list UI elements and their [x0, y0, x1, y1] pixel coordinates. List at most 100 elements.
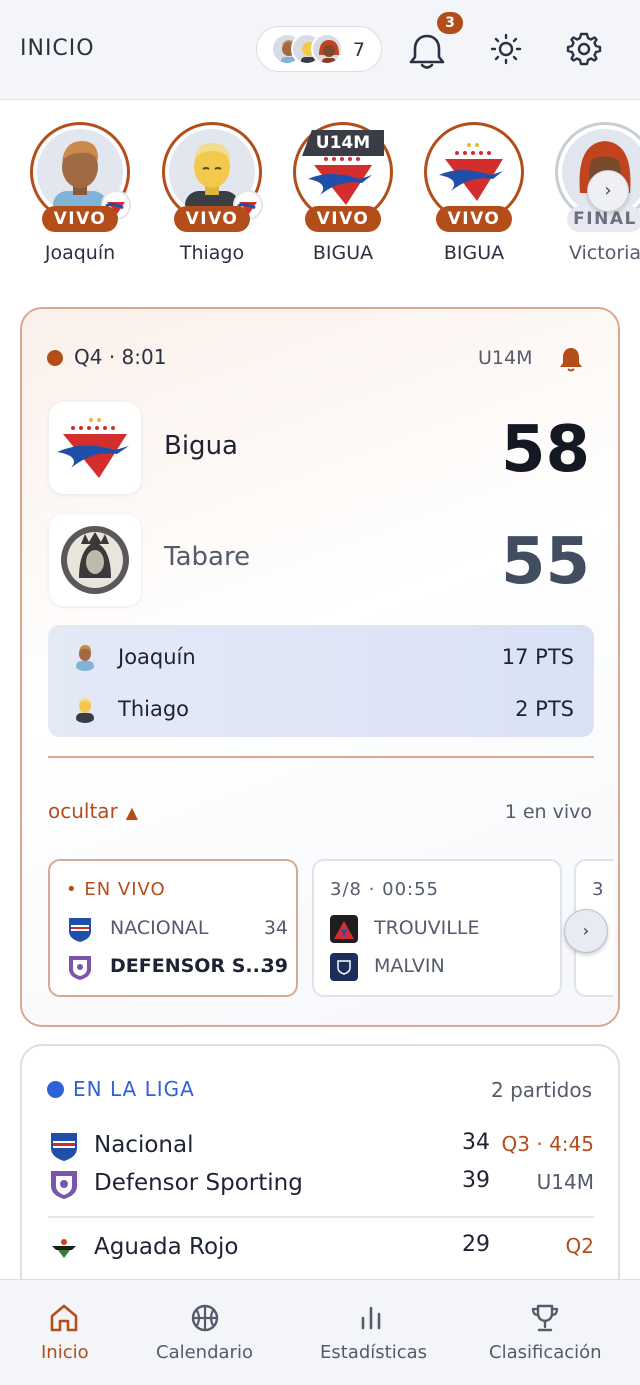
avatar	[70, 641, 100, 671]
basketball-icon	[191, 1304, 219, 1332]
nav-item-clasificacion[interactable]: Clasificación	[470, 1280, 630, 1385]
story-item[interactable]: VIVO BIGUA	[419, 122, 529, 272]
chevron-right-icon: ›	[604, 180, 612, 201]
player-row[interactable]: Joaquín 17 PTS	[48, 631, 594, 683]
team-name: NACIONAL	[110, 917, 209, 939]
team-logo	[330, 953, 358, 981]
game-period: Q2	[565, 1234, 594, 1258]
featured-game-card[interactable]: Q4 · 8:01 U14M Bigua 58 Tabare 55 Joaquí…	[20, 307, 620, 1027]
page-title: INICIO	[20, 36, 95, 61]
game-alert-button[interactable]	[558, 345, 584, 373]
player-name: Thiago	[118, 697, 190, 721]
team-score: 34	[462, 1130, 490, 1155]
top-bar: INICIO 7 3	[0, 0, 640, 100]
story-name: Thiago	[179, 242, 245, 264]
home-team-score: 58	[500, 413, 590, 487]
league-title: EN LA LIGA	[73, 1077, 195, 1101]
story-status: VIVO	[436, 206, 512, 232]
team-logo: T	[330, 915, 358, 943]
mini-game-team: DEFENSOR S... 39	[66, 951, 288, 983]
settings-button[interactable]	[565, 30, 603, 68]
away-team-logo	[49, 514, 141, 606]
team-logo	[66, 953, 94, 981]
hide-games-toggle[interactable]: ocultar ▲	[48, 799, 138, 823]
trophy-icon	[531, 1304, 559, 1332]
avatar	[311, 33, 343, 65]
team-name: MALVIN	[374, 955, 445, 977]
player-name: Joaquín	[118, 645, 196, 669]
mini-games-next-button[interactable]: ›	[564, 909, 608, 953]
team-score: 39	[462, 1168, 490, 1193]
story-status: VIVO	[174, 206, 250, 232]
story-status: VIVO	[305, 206, 381, 232]
game-period: Q3 · 4:45	[501, 1132, 594, 1156]
league-game-row[interactable]: Defensor Sporting 39 U14M	[48, 1166, 594, 1202]
game-category: U14M	[478, 347, 533, 369]
team-name: Nacional	[94, 1132, 194, 1158]
story-item[interactable]: VIVO Joaquín	[25, 122, 135, 272]
nav-item-estadisticas[interactable]: Estadísticas	[300, 1280, 442, 1385]
svg-text:T: T	[341, 929, 348, 940]
category-tag: U14M	[302, 130, 384, 156]
story-name: Victoria	[568, 242, 640, 264]
player-row[interactable]: Thiago 2 PTS	[48, 683, 594, 735]
story-status: VIVO	[42, 206, 118, 232]
game-category: U14M	[536, 1170, 594, 1194]
nav-label: Calendario	[156, 1342, 253, 1363]
league-indicator	[47, 1081, 64, 1098]
team-name: Aguada Rojo	[94, 1234, 239, 1260]
league-games-count: 2 partidos	[490, 1078, 592, 1102]
nav-label: Inicio	[41, 1342, 89, 1363]
mini-game-team: MALVIN	[330, 951, 552, 983]
nav-item-calendario[interactable]: Calendario	[140, 1280, 270, 1385]
team-score: 39	[261, 955, 288, 977]
team-score: 34	[263, 917, 288, 939]
mini-game-team: T TROUVILLE	[330, 913, 552, 945]
game-status: Q4 · 8:01	[74, 345, 167, 369]
story-name: Joaquín	[44, 242, 116, 264]
live-indicator	[47, 350, 63, 366]
bar-chart-icon	[361, 1306, 381, 1330]
team-logo	[48, 1168, 80, 1200]
nav-label: Estadísticas	[320, 1342, 428, 1363]
triangle-up-icon: ▲	[125, 803, 139, 822]
mini-game-card[interactable]: • EN VIVO NACIONAL 34 DEFENSOR S... 39	[48, 859, 298, 997]
notifications-button[interactable]	[405, 26, 449, 74]
divider	[48, 1216, 594, 1218]
avatar	[70, 693, 100, 723]
notifications-badge: 3	[437, 12, 463, 34]
mini-game-header: 3/8 · 00:55	[330, 879, 440, 900]
toggle-label: ocultar	[48, 799, 118, 823]
theme-toggle-button[interactable]	[487, 30, 525, 68]
mini-game-team: NACIONAL 34	[66, 913, 288, 945]
divider	[48, 756, 594, 758]
nav-item-inicio[interactable]: Inicio	[0, 1280, 128, 1385]
bell-filled-icon	[560, 348, 582, 372]
following-avatars-button[interactable]: 7	[256, 26, 382, 72]
bell-icon	[409, 34, 445, 69]
away-team-name: Tabare	[164, 542, 251, 572]
player-points: 17 PTS	[501, 645, 574, 669]
home-icon	[50, 1304, 78, 1332]
home-team-logo	[49, 402, 141, 494]
league-game-row[interactable]: Aguada Rojo 29 Q2	[48, 1230, 594, 1266]
following-count: 7	[352, 39, 365, 61]
team-name: DEFENSOR S...	[110, 955, 268, 977]
story-item[interactable]: VIVO Thiago	[157, 122, 267, 272]
story-name: BIGUA	[443, 242, 505, 264]
nav-label: Clasificación	[489, 1342, 602, 1363]
team-logo	[431, 129, 517, 215]
team-name: Defensor Sporting	[94, 1170, 303, 1196]
chevron-right-icon: ›	[582, 921, 590, 940]
story-item[interactable]: U14M VIVO BIGUA	[288, 122, 398, 272]
away-team-score: 55	[500, 525, 590, 599]
team-logo	[48, 1130, 80, 1162]
mini-game-card[interactable]: 3/8 · 00:55 T TROUVILLE MALVIN	[312, 859, 562, 997]
mini-game-header: 3	[592, 879, 604, 900]
stories-next-button[interactable]: ›	[587, 170, 629, 212]
mini-game-header: • EN VIVO	[66, 879, 166, 900]
player-points: 2 PTS	[515, 697, 574, 721]
team-score: 29	[462, 1232, 490, 1257]
league-game-row[interactable]: Nacional 34 Q3 · 4:45	[48, 1128, 594, 1164]
followed-players-box: Joaquín 17 PTS Thiago 2 PTS	[48, 625, 594, 737]
